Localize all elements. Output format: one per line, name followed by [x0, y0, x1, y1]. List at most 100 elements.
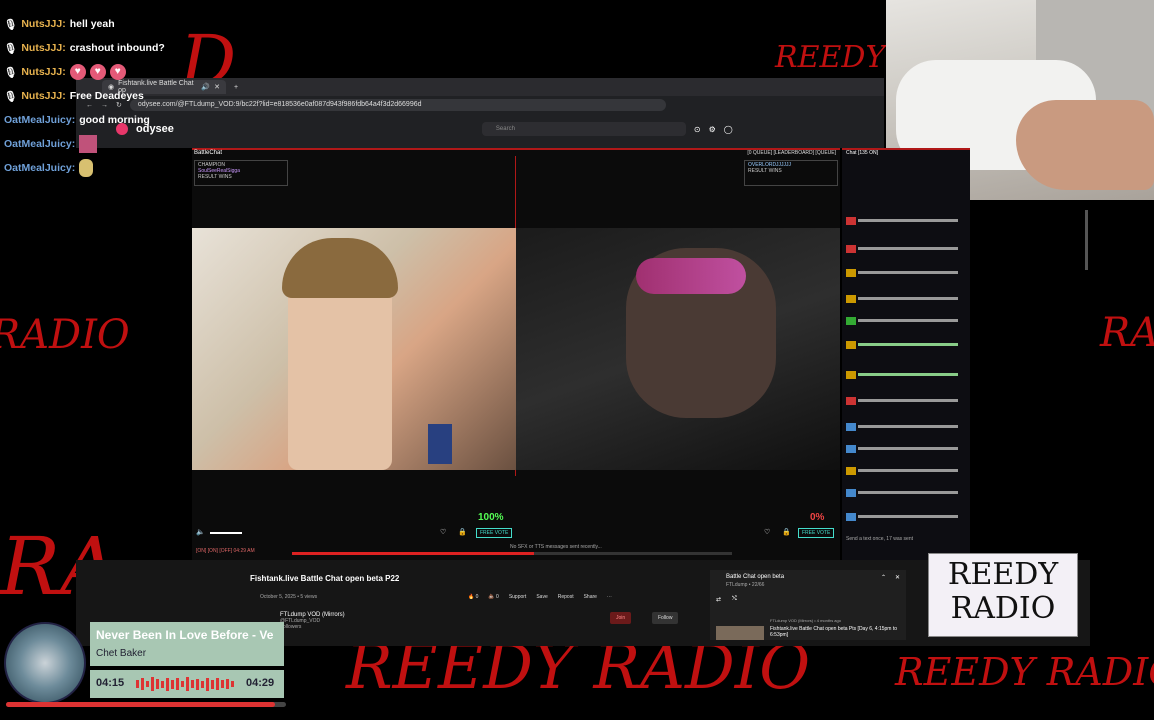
chat-message: good morning [79, 114, 150, 126]
chat-username: NutsJJJ: [21, 66, 66, 78]
music-progress-fill [6, 702, 275, 707]
chat-panel-row [846, 336, 966, 350]
scrawl-ra-right: RA [1100, 310, 1154, 356]
like-button[interactable]: 🔥 0 [468, 594, 478, 600]
reedy-radio-logo: REEDY RADIO [928, 553, 1078, 637]
volume-icon[interactable]: 🔈 [196, 528, 205, 536]
left-player-stat: RESULT WINS [198, 174, 232, 180]
chat-panel-row [846, 312, 966, 326]
battlechat-menu[interactable]: [0 QUEUE] [LEADERBOARD] [QUEUE] [747, 150, 836, 156]
scrawl-reedy-radio-right: REEDY RADIO [895, 650, 1154, 694]
address-bar[interactable]: odysee.com/@FTLdump_VOD:9/bc22f?lid=e818… [129, 99, 666, 111]
scrawl-radio-left: RADIO [0, 312, 130, 358]
repost-button[interactable]: Repost [558, 594, 574, 600]
total-time: 04:29 [246, 677, 275, 689]
right-heart-icon[interactable]: ♡ [764, 528, 770, 536]
volume-slider[interactable] [210, 532, 242, 534]
chat-panel-row [846, 290, 966, 304]
footer-controls[interactable]: [ON] [ON] [OFF] 04:29 AM [196, 548, 255, 554]
right-free-vote-button[interactable]: FREE VOTE [798, 528, 835, 538]
settings-icon[interactable]: ⚙ [709, 125, 716, 134]
chat-username: NutsJJJ: [21, 90, 66, 102]
webcam-person [1016, 100, 1154, 190]
support-button[interactable]: Support [509, 594, 527, 600]
tab-audio-icon[interactable]: 🔊 [201, 83, 210, 91]
time-box: 04:15 04:29 [90, 670, 284, 698]
chat-avatar-icon: 🎙 [4, 18, 18, 31]
tab-close-icon[interactable]: ✕ [214, 83, 220, 91]
heart-emote-icon: ♥ [109, 64, 126, 80]
right-cam-glasses [636, 258, 746, 294]
left-vote-percent: 100% [478, 512, 504, 523]
account-icon[interactable]: ◯ [724, 125, 733, 134]
page-scrollbar[interactable] [1085, 210, 1088, 270]
scrawl-reedy-top: REEDY [775, 40, 886, 75]
chat-username: NutsJJJ: [21, 42, 66, 54]
left-heart-icon[interactable]: ♡ [440, 528, 446, 536]
follow-button[interactable]: Follow [652, 612, 679, 624]
emote-image-icon [79, 159, 94, 177]
chat-line: 🎙 NutsJJJ: ♥ ♥ ♥ [4, 60, 165, 84]
right-lock-icon[interactable]: 🔒 [782, 528, 791, 536]
dislike-button[interactable]: 💩 0 [488, 594, 498, 600]
playlist-collapse-icon[interactable]: ⌃ [881, 574, 886, 581]
waveform-icon [136, 676, 238, 692]
chat-avatar-icon: 🎙 [4, 66, 18, 79]
chat-username: NutsJJJ: [21, 18, 66, 30]
song-info-box: Never Been In Love Before - Ve Chet Bake… [90, 622, 284, 666]
playlist-close-icon[interactable]: ✕ [895, 574, 900, 581]
left-cam-hair [282, 238, 398, 298]
chat-panel-row [846, 440, 966, 454]
reedy-logo-line2: RADIO [950, 591, 1056, 626]
playlist-item-title[interactable]: Fishtank.live Battle Chat open beta Pts … [770, 626, 900, 638]
playlist-item-thumbnail[interactable] [716, 626, 764, 640]
left-free-vote-button[interactable]: FREE VOTE [476, 528, 513, 538]
right-player-stat: RESULT WINS [748, 168, 782, 174]
playlist-panel: Battle Chat open beta FTLdump • 22/66 ⌃ … [710, 570, 906, 640]
chat-panel-row [846, 508, 966, 522]
chat-panel-row [846, 462, 966, 476]
search-input[interactable]: Search [481, 122, 686, 136]
music-widget: Never Been In Love Before - Ve Chet Bake… [0, 618, 290, 718]
save-button[interactable]: Save [536, 594, 547, 600]
chat-username: OatMealJuicy: [4, 114, 76, 126]
shuffle-icon[interactable]: ⤭ [732, 596, 737, 603]
address-row: ← → ↻ odysee.com/@FTLdump_VOD:9/bc22f?li… [76, 96, 884, 114]
share-button[interactable]: Share [584, 594, 597, 600]
chat-panel-row [846, 392, 966, 406]
chat-line: OatMealJuicy: good morning [4, 108, 165, 132]
song-title: Never Been In Love Before - Ve [96, 628, 274, 642]
odysee-header: odysee Search ⊙ ⚙ ◯ [76, 114, 884, 144]
chat-line: 🎙 NutsJJJ: Free Deadeyes [4, 84, 165, 108]
playlist-item-meta: FTLdump VOD (Mirrors) • 4 months ago [770, 618, 841, 623]
chat-message: hell yeah [69, 18, 115, 30]
chat-username: OatMealJuicy: [4, 138, 76, 150]
right-vote-percent: 0% [810, 512, 825, 523]
upload-icon[interactable]: ⊙ [694, 125, 701, 134]
chat-panel-row [846, 240, 966, 254]
playlist-title[interactable]: Battle Chat open beta [726, 574, 784, 580]
more-icon[interactable]: ⋯ [607, 594, 612, 600]
new-tab-icon[interactable]: + [234, 84, 238, 91]
music-progress-bar [6, 702, 286, 707]
left-lock-icon[interactable]: 🔒 [458, 528, 467, 536]
chat-line: 🎙 NutsJJJ: crashout inbound? [4, 36, 165, 60]
chat-panel-row [846, 366, 966, 380]
browser-tab-bar: ◉ Fishtank.live Battle Chat op 🔊 ✕ + [76, 78, 884, 96]
join-button[interactable]: Join [610, 612, 632, 624]
left-cam-can [428, 424, 452, 464]
chat-line: 🎙 NutsJJJ: hell yeah [4, 12, 165, 36]
elapsed-time: 04:15 [96, 677, 125, 689]
chat-panel-row [846, 418, 966, 432]
right-camera-feed: 19 [516, 228, 840, 470]
chat-panel-footer[interactable]: Send a text once, 17 was sent [846, 536, 913, 542]
status-text: No SFX or TTS messages sent recently... [510, 544, 602, 550]
video-meta: October 5, 2025 • 5 views [260, 594, 318, 600]
battlechat-progress-bar [292, 552, 732, 555]
loop-icon[interactable]: ⇄ [716, 596, 721, 603]
chat-message: Free Deadeyes [69, 90, 144, 102]
battlechat-title: BattleChat [194, 150, 223, 156]
video-date: October 5, 2025 [260, 594, 296, 600]
left-camera-feed [192, 228, 516, 470]
left-player-box: CHAMPION SoulSeeRealSigga RESULT WINS [194, 160, 288, 186]
